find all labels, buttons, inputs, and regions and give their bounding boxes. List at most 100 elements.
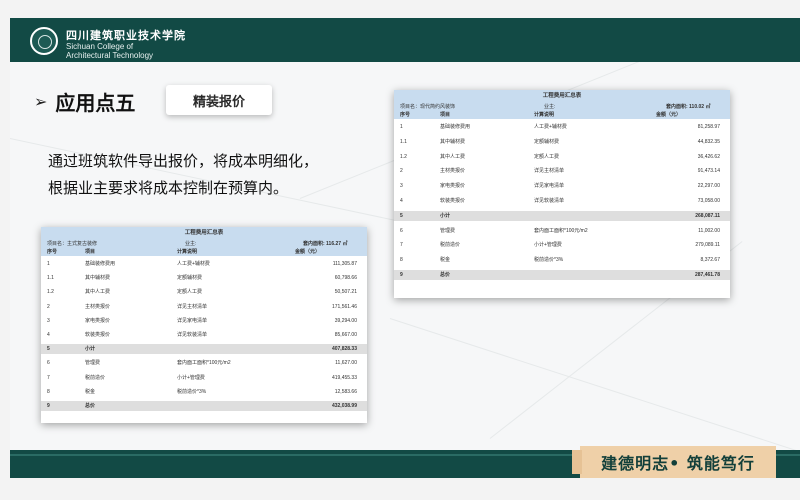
slide-frame: 四川建筑职业技术学院 Sichuan College of Architectu… [0, 0, 800, 500]
cell-item: 家电类报价 [85, 317, 111, 324]
table-row: 1.1 其中辅材费 定额辅材费 60,798.66 [41, 273, 367, 283]
header-calc: 计算说明 [177, 249, 198, 255]
cell-item: 基础装修费用 [85, 261, 116, 267]
cell-amount: 60,798.66 [334, 275, 357, 282]
cell-seq: 1 [400, 124, 403, 130]
header-bar: 四川建筑职业技术学院 Sichuan College of Architectu… [10, 18, 800, 62]
cell-amount: 279,089.11 [695, 242, 720, 249]
sheet-owner-label: 业主: [544, 104, 556, 110]
cell-item: 主材类报价 [440, 168, 466, 175]
cell-calc: 税前造价*3% [177, 388, 207, 395]
cell-item: 管理费 [440, 227, 456, 234]
cell-calc: 详见软装清单 [534, 198, 565, 204]
cell-seq: 1.1 [47, 275, 54, 282]
table-row: 7 税前造价 小计+管理费 279,089.11 [394, 240, 730, 250]
cell-amount: 268,087.11 [695, 212, 720, 219]
section-heading: ➢ 应用点五 [34, 87, 135, 116]
cell-amount: 419,455.33 [331, 374, 357, 381]
cell-seq: 2 [400, 168, 403, 175]
cell-amount: 407,828.33 [331, 346, 357, 353]
table-row: 8 税金 税前造价*3% 8,372.67 [394, 255, 730, 265]
sheet-meta-row: 项目名：现代简约风装饰 业主: 套内面积: 110.02 ㎡ [394, 102, 730, 112]
cell-item: 小计 [440, 212, 451, 219]
cell-amount: 22,297.00 [697, 183, 720, 190]
sheet-title: 工程费用汇总表 [394, 90, 730, 102]
cell-item: 软装类报价 [440, 198, 466, 204]
bullet-arrow-icon: ➢ [34, 92, 48, 111]
cell-seq: 5 [47, 346, 50, 353]
cell-item: 其中辅材费 [440, 138, 466, 145]
table-row: 8 税金 税前造价*3% 12,583.66 [41, 387, 367, 397]
cell-amount: 8,372.67 [700, 257, 720, 264]
cell-seq: 1.2 [47, 289, 54, 296]
background-line [389, 318, 800, 462]
cell-calc: 详见主材清单 [177, 303, 208, 310]
header-item: 项目 [85, 249, 96, 255]
cell-amount: 287,461.78 [694, 272, 720, 278]
cell-item: 其中人工费 [440, 153, 466, 160]
section-title: 应用点五 [55, 91, 136, 115]
cell-amount: 44,832.35 [697, 138, 720, 145]
cell-amount: 11,627.00 [335, 360, 357, 367]
cell-seq: 6 [400, 227, 403, 234]
sheet-title: 工程费用汇总表 [41, 227, 367, 239]
cell-calc: 定额人工费 [534, 153, 560, 160]
cell-seq: 4 [400, 198, 403, 204]
description-line-2: 根据业主要求将成本控制在预算内。 [48, 179, 289, 197]
sheet-project-label: 项目名：主式复古装修 [47, 241, 98, 247]
motto-text: 建德明志• 筑能笃行 [601, 454, 755, 473]
cell-seq: 3 [400, 183, 403, 190]
cell-amount: 81,258.97 [697, 124, 720, 130]
cell-item: 软装类报价 [85, 332, 111, 338]
cell-item: 家电类报价 [440, 183, 466, 190]
cell-calc: 详见家电清单 [177, 317, 208, 324]
cell-calc: 详见主材清单 [534, 168, 565, 175]
cell-seq: 1.1 [400, 138, 407, 145]
cell-seq: 1 [47, 261, 50, 267]
cell-seq: 5 [400, 212, 403, 219]
table-total-row: 9 总价 432,038.99 [41, 401, 367, 411]
cell-item: 税金 [440, 257, 451, 264]
table-row: 1.1 其中辅材费 定额辅材费 44,832.35 [394, 137, 730, 147]
table-row: 1 基础装修费用 人工费+辅材费 111,305.87 [41, 259, 367, 269]
cell-item: 其中人工费 [85, 289, 111, 296]
cell-calc: 套内面工面积*100元/m2 [177, 360, 231, 367]
cell-calc: 套内面工面积*100元/m2 [534, 227, 588, 234]
cell-amount: 171,561.46 [331, 303, 357, 310]
sheet-area-label: 套内面积: 110.02 ㎡ [666, 104, 711, 110]
section-tag: 精装报价 [166, 85, 272, 115]
table-row: 1 基础装修费用 人工费+辅材费 81,258.97 [394, 122, 730, 132]
cell-amount: 50,507.21 [334, 289, 357, 296]
cell-seq: 8 [400, 257, 403, 264]
cell-item: 总价 [85, 403, 96, 409]
cell-calc: 人工费+辅材费 [177, 261, 210, 267]
cell-seq: 6 [47, 360, 50, 367]
header-item: 项目 [440, 112, 451, 118]
sheet-owner-label: 业主: [185, 241, 197, 247]
cell-item: 税前造价 [85, 374, 106, 381]
table-row: 6 管理费 套内面工面积*100元/m2 11,627.00 [41, 358, 367, 368]
header-calc: 计算说明 [534, 112, 555, 118]
cell-calc: 定额人工费 [177, 289, 203, 296]
cell-amount: 85,667.00 [334, 332, 357, 338]
cell-item: 税前造价 [440, 242, 461, 249]
cell-calc: 详见家电清单 [534, 183, 565, 190]
cell-item: 小计 [85, 346, 96, 353]
header-amount: 金额（元） [656, 112, 682, 118]
cell-amount: 12,583.66 [334, 388, 357, 395]
table-row: 2 主材类报价 详见主材清单 171,561.46 [41, 302, 367, 312]
sheet-header-row: 序号 项目 计算说明 金额（元） [394, 112, 730, 119]
table-row: 4 软装类报价 详见软装清单 73,058.00 [394, 196, 730, 206]
slide: 四川建筑职业技术学院 Sichuan College of Architectu… [10, 18, 800, 478]
cell-seq: 9 [400, 272, 403, 278]
header-amount: 金额（元） [295, 249, 321, 255]
table-row: 1.2 其中人工费 定额人工费 50,507.21 [41, 287, 367, 297]
cell-calc: 小计+管理费 [534, 242, 562, 249]
cell-seq: 7 [400, 242, 403, 249]
table-total-row: 9 总价 287,461.78 [394, 270, 730, 280]
motto-banner: 建德明志• 筑能笃行 [572, 446, 776, 478]
logo-english-line1: Sichuan College of [66, 42, 134, 51]
cell-amount: 91,473.14 [697, 168, 720, 175]
logo-chinese-name: 四川建筑职业技术学院 [66, 29, 186, 42]
logo-english-line2: Architectural Technology [66, 51, 154, 60]
